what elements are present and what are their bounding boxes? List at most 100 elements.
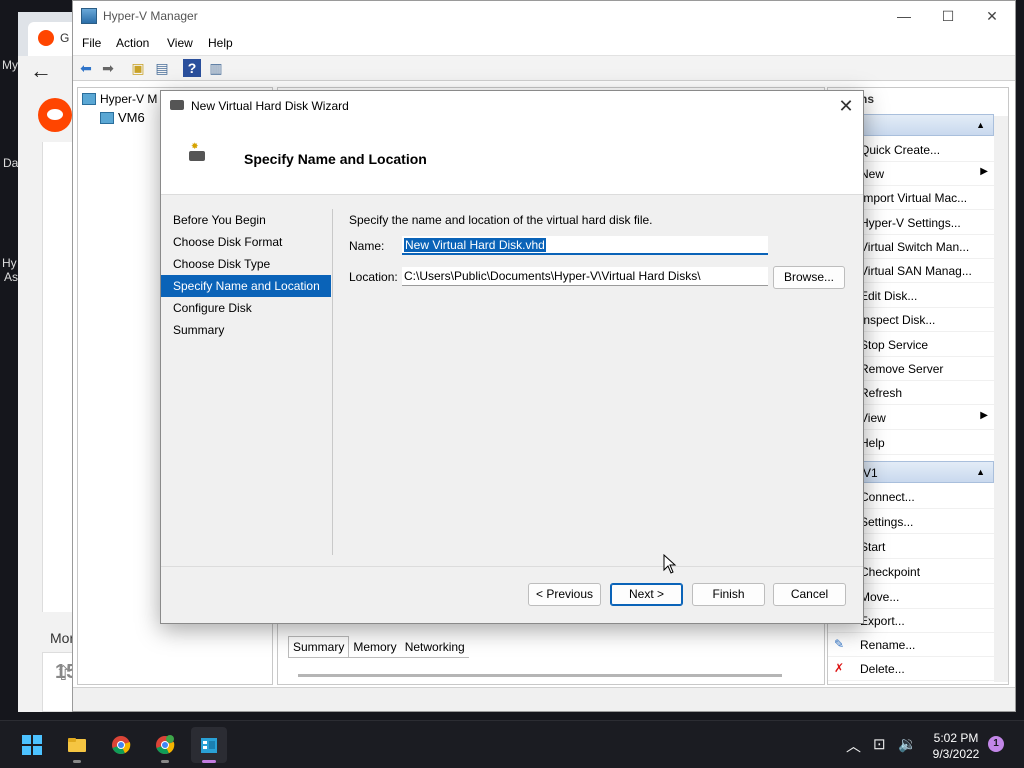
hyperv-manager-taskbar-button[interactable] [191,727,227,763]
help-icon[interactable]: ? [183,59,201,77]
action-label: Refresh [860,386,903,400]
show-hide-action-pane-icon[interactable]: ▥ [207,59,225,77]
finish-button[interactable]: Finish [692,583,765,606]
show-hide-console-tree-icon[interactable]: ▤ [153,59,171,77]
toolbar: ⬅ ➡ ▣ ▤ ? ▥ [73,55,1015,81]
step-summary[interactable]: Summary [161,319,331,341]
network-icon[interactable]: ⊡ [873,735,886,753]
horizontal-scrollbar[interactable] [298,674,782,677]
desktop-label: My [2,58,18,72]
menu-help[interactable]: Help [208,36,233,50]
status-bar [73,687,1015,711]
notification-badge[interactable]: 1 [988,736,1004,752]
tree-node-label: Hyper-V M [100,92,158,106]
action-label: Checkpoint [860,565,921,579]
tree-node-vm6[interactable]: VM6 [100,110,145,125]
mouse-cursor-icon [663,554,677,574]
page-description: Specify the name and location of the vir… [349,213,653,227]
clock[interactable]: 5:02 PM 9/3/2022 [926,730,986,762]
minimize-icon[interactable]: — [881,5,927,27]
next-button[interactable]: Next > [610,583,683,606]
menu-action[interactable]: Action [116,36,149,50]
step-before-you-begin[interactable]: Before You Begin [161,209,331,231]
running-indicator [161,760,169,763]
step-configure-disk[interactable]: Configure Disk [161,297,331,319]
chrome-profile-icon [156,735,175,755]
windows-logo-icon [22,735,42,755]
collapse-icon[interactable]: ▲ [976,120,985,130]
location-field-value: C:\Users\Public\Documents\Hyper-V\Virtua… [404,269,701,283]
browser-tab-label: G [60,31,70,45]
desktop-label: Hy [2,256,17,270]
action-label: Hyper-V Settings... [860,216,961,230]
tab-summary[interactable]: Summary [288,636,350,657]
step-specify-name-and-location[interactable]: Specify Name and Location [161,275,331,297]
footer-divider [161,566,863,567]
clock-time: 5:02 PM [933,731,979,745]
running-indicator [73,760,81,763]
tree-node-label: VM6 [118,110,145,125]
name-field[interactable]: New Virtual Hard Disk.vhd [402,236,768,255]
new-vhd-wizard-dialog: New Virtual Hard Disk Wizard ✕ Specify N… [160,90,864,624]
wizard-titlebar: New Virtual Hard Disk Wizard ✕ [161,91,863,121]
action-label: Inspect Disk... [860,313,936,327]
show-hidden-icons-icon[interactable]: ︿ [846,735,861,756]
collapse-icon[interactable]: ▲ [976,467,985,477]
server-icon [100,112,114,124]
hyperv-icon [201,738,217,753]
action-label: Move... [860,590,900,604]
actions-vertical-scrollbar[interactable] [994,116,1008,682]
file-explorer-button[interactable] [59,727,95,763]
step-choose-disk-format[interactable]: Choose Disk Format [161,231,331,253]
action-label: Rename... [860,638,916,652]
action-rename[interactable]: ✎ Rename... [828,633,994,657]
close-icon[interactable]: ✕ [835,95,857,117]
wizard-title: New Virtual Hard Disk Wizard [191,99,349,113]
chrome-profile-button[interactable] [147,727,183,763]
previous-button[interactable]: < Previous [528,583,601,606]
server-manager-icon [82,93,96,105]
close-window-icon[interactable]: ✕ [969,5,1015,27]
browser-back-icon[interactable]: ← [30,58,52,84]
menu-file[interactable]: File [82,36,101,50]
tree-node-hyperv-manager[interactable]: Hyper-V M [82,92,157,106]
action-label: Export... [860,614,905,628]
clock-date: 9/3/2022 [932,747,980,761]
hyperv-titlebar: Hyper-V Manager — ☐ ✕ [73,1,1015,31]
action-label: Virtual SAN Manag... [860,264,972,278]
reddit-logo-icon[interactable] [38,98,72,132]
menu-view[interactable]: View [167,36,193,50]
tab-networking[interactable]: Networking [401,637,469,657]
action-label: Settings... [860,515,914,529]
desktop-label: Da [3,156,19,170]
hyperv-window-title: Hyper-V Manager [103,9,198,23]
name-label: Name: [349,239,385,253]
group-label: V1 [863,466,878,480]
location-label: Location: [349,270,398,284]
name-field-value: New Virtual Hard Disk.vhd [404,238,546,252]
back-arrow-icon[interactable]: ⬅ [77,59,95,77]
action-label: Import Virtual Mac... [860,191,968,205]
volume-icon[interactable]: 🔉 [898,735,917,753]
action-label: Quick Create... [860,143,941,157]
action-label: Virtual Switch Man... [860,240,970,254]
submenu-arrow-icon: ▶ [980,166,988,177]
location-field[interactable]: C:\Users\Public\Documents\Hyper-V\Virtua… [402,267,768,286]
up-folder-icon[interactable]: ▣ [129,59,147,77]
maximize-icon[interactable]: ☐ [925,5,971,27]
step-choose-disk-type[interactable]: Choose Disk Type [161,253,331,275]
action-label: Delete... [860,662,905,676]
chrome-button[interactable] [103,727,139,763]
cancel-button[interactable]: Cancel [773,583,846,606]
forward-arrow-icon[interactable]: ➡ [99,59,117,77]
new-hard-disk-icon [189,141,205,161]
details-tabs: Summary Memory Networking [288,636,469,658]
start-button[interactable] [14,727,50,763]
browse-button[interactable]: Browse... [773,266,845,289]
action-label: Remove Server [860,362,944,376]
action-delete[interactable]: ✗ Delete... [828,657,994,681]
rename-icon: ✎ [834,637,845,651]
delete-icon: ✗ [834,661,845,675]
menu-bar: File Action View Help [73,31,1015,55]
tab-memory[interactable]: Memory [349,637,400,657]
